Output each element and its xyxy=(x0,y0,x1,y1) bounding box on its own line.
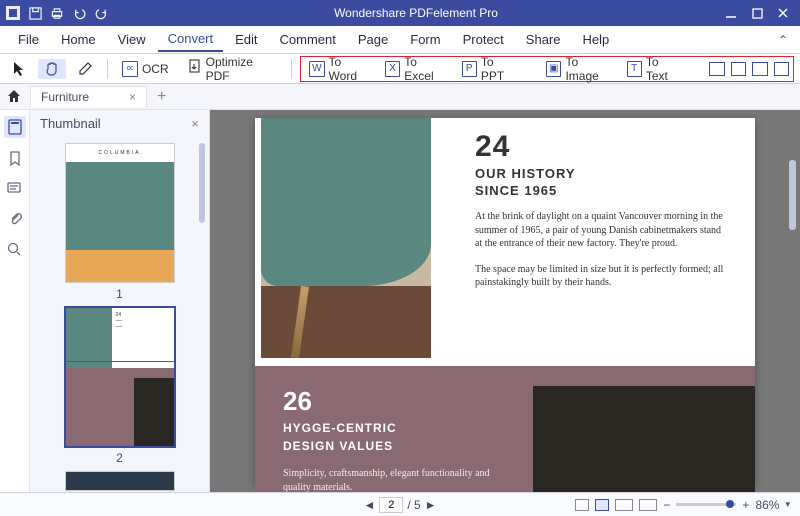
menu-page[interactable]: Page xyxy=(348,28,398,51)
edit-tool[interactable] xyxy=(72,59,99,78)
optimize-pdf-button[interactable]: Optimize PDF xyxy=(181,53,284,85)
menu-file[interactable]: File xyxy=(8,28,49,51)
tab-label: Furniture xyxy=(41,90,89,104)
home-tab-icon[interactable] xyxy=(6,88,24,106)
document-viewport[interactable]: 24 OUR HISTORY SINCE 1965 At the brink o… xyxy=(210,110,800,492)
optimize-label: Optimize PDF xyxy=(206,55,278,83)
zoom-slider[interactable] xyxy=(676,503,736,506)
menu-home[interactable]: Home xyxy=(51,28,106,51)
menu-comment[interactable]: Comment xyxy=(270,28,346,51)
thumbnail-panel: Thumbnail × COLUMBIA 1 24──── 2 xyxy=(30,110,210,492)
menu-help[interactable]: Help xyxy=(573,28,620,51)
to-word-button[interactable]: WTo Word xyxy=(305,53,375,85)
optimize-icon xyxy=(187,59,202,78)
bookmark-panel-icon[interactable] xyxy=(6,150,24,168)
page-total: / 5 xyxy=(407,498,420,512)
ribbon-collapse-icon[interactable]: ⌃ xyxy=(778,33,788,47)
document-tab[interactable]: Furniture × xyxy=(30,86,147,107)
search-panel-icon[interactable] xyxy=(6,240,24,258)
status-bar: ◄ / 5 ► − + 86% ▾ xyxy=(0,492,800,516)
menu-share[interactable]: Share xyxy=(516,28,571,51)
page-number-input[interactable] xyxy=(379,497,403,513)
ppt-icon: P xyxy=(462,61,477,77)
zoom-out-icon[interactable]: − xyxy=(663,498,670,512)
hand-tool[interactable] xyxy=(38,59,66,79)
prev-page-icon[interactable]: ◄ xyxy=(363,498,375,512)
ocr-button[interactable]: oc OCR xyxy=(116,59,175,79)
excel-icon: X xyxy=(385,61,400,77)
convert-toolbar: ocOCR Optimize PDF WTo Word XTo Excel PT… xyxy=(0,54,800,84)
app-logo-icon xyxy=(6,6,20,20)
section1-heading-1: OUR HISTORY xyxy=(475,166,727,181)
save-icon[interactable] xyxy=(28,6,42,20)
menu-edit[interactable]: Edit xyxy=(225,28,267,51)
document-scrollbar[interactable] xyxy=(789,160,796,230)
new-tab-button[interactable]: + xyxy=(153,88,170,106)
view-continuous-icon[interactable] xyxy=(595,499,609,511)
thumbnail-page-3[interactable] xyxy=(65,471,175,491)
document-tabstrip: Furniture × + xyxy=(0,84,800,110)
word-icon: W xyxy=(309,61,324,77)
to-image-button[interactable]: ▣To Image xyxy=(542,53,616,85)
next-page-icon[interactable]: ► xyxy=(425,498,437,512)
section2-para-1: Simplicity, craftsmanship, elegant funct… xyxy=(283,467,513,492)
thumbnail-scrollbar[interactable] xyxy=(199,143,205,223)
page-content: 24 OUR HISTORY SINCE 1965 At the brink o… xyxy=(255,118,755,484)
menu-convert[interactable]: Convert xyxy=(158,27,224,52)
minimize-icon[interactable] xyxy=(724,6,738,20)
menu-view[interactable]: View xyxy=(108,28,156,51)
tab-close-icon[interactable]: × xyxy=(129,90,136,104)
to-excel-button[interactable]: XTo Excel xyxy=(381,53,452,85)
window-title: Wondershare PDFelement Pro xyxy=(108,6,724,20)
section2-heading-1: HYGGE-CENTRIC xyxy=(283,421,513,435)
lamp-image xyxy=(533,386,755,492)
close-icon[interactable] xyxy=(776,6,790,20)
comment-panel-icon[interactable] xyxy=(6,180,24,198)
text-icon: T xyxy=(627,61,642,77)
to-ppt-button[interactable]: PTo PPT xyxy=(458,53,523,85)
maximize-icon[interactable] xyxy=(750,6,764,20)
thumbnail-panel-icon[interactable] xyxy=(4,116,26,138)
menu-form[interactable]: Form xyxy=(400,28,450,51)
couch-image xyxy=(261,118,431,358)
thumbnail-panel-title: Thumbnail xyxy=(40,116,101,131)
menu-bar: File Home View Convert Edit Comment Page… xyxy=(0,26,800,54)
zoom-dropdown-icon[interactable]: ▾ xyxy=(785,499,790,510)
to-text-button[interactable]: TTo Text xyxy=(623,53,686,85)
section1-para-2: The space may be limited in size but it … xyxy=(475,263,727,290)
thumbnail-page-2[interactable]: 24──── 2 xyxy=(65,307,175,465)
print-icon[interactable] xyxy=(50,6,64,20)
zoom-in-icon[interactable]: + xyxy=(742,498,749,512)
section1-number: 24 xyxy=(475,130,727,164)
left-rail xyxy=(0,110,30,492)
view-facing-icon[interactable] xyxy=(615,499,633,511)
ocr-label: OCR xyxy=(142,62,169,76)
to-epub-button[interactable] xyxy=(709,62,724,76)
redo-icon[interactable] xyxy=(94,6,108,20)
to-html-button[interactable] xyxy=(731,62,746,76)
view-single-icon[interactable] xyxy=(575,499,589,511)
ocr-icon: oc xyxy=(122,61,138,77)
section1-para-1: At the brink of daylight on a quaint Van… xyxy=(475,210,727,251)
attachment-panel-icon[interactable] xyxy=(6,210,24,228)
section2-number: 26 xyxy=(283,386,513,417)
view-facing-cont-icon[interactable] xyxy=(639,499,657,511)
thumb2-number: 2 xyxy=(65,451,175,465)
thumb1-number: 1 xyxy=(65,287,175,301)
zoom-value: 86% xyxy=(755,498,779,512)
undo-icon[interactable] xyxy=(72,6,86,20)
image-icon: ▣ xyxy=(546,61,561,77)
thumbnail-page-1[interactable]: COLUMBIA 1 xyxy=(65,143,175,301)
convert-actions-group: WTo Word XTo Excel PTo PPT ▣To Image TTo… xyxy=(300,56,794,82)
menu-protect[interactable]: Protect xyxy=(453,28,514,51)
select-tool[interactable] xyxy=(6,59,32,79)
section2-heading-2: DESIGN VALUES xyxy=(283,439,513,453)
to-other-button[interactable] xyxy=(774,62,789,76)
section1-heading-2: SINCE 1965 xyxy=(475,183,727,198)
thumbnail-panel-close-icon[interactable]: × xyxy=(191,116,199,131)
thumb1-brand: COLUMBIA xyxy=(66,144,174,162)
title-bar: Wondershare PDFelement Pro xyxy=(0,0,800,26)
to-rtf-button[interactable] xyxy=(752,62,767,76)
